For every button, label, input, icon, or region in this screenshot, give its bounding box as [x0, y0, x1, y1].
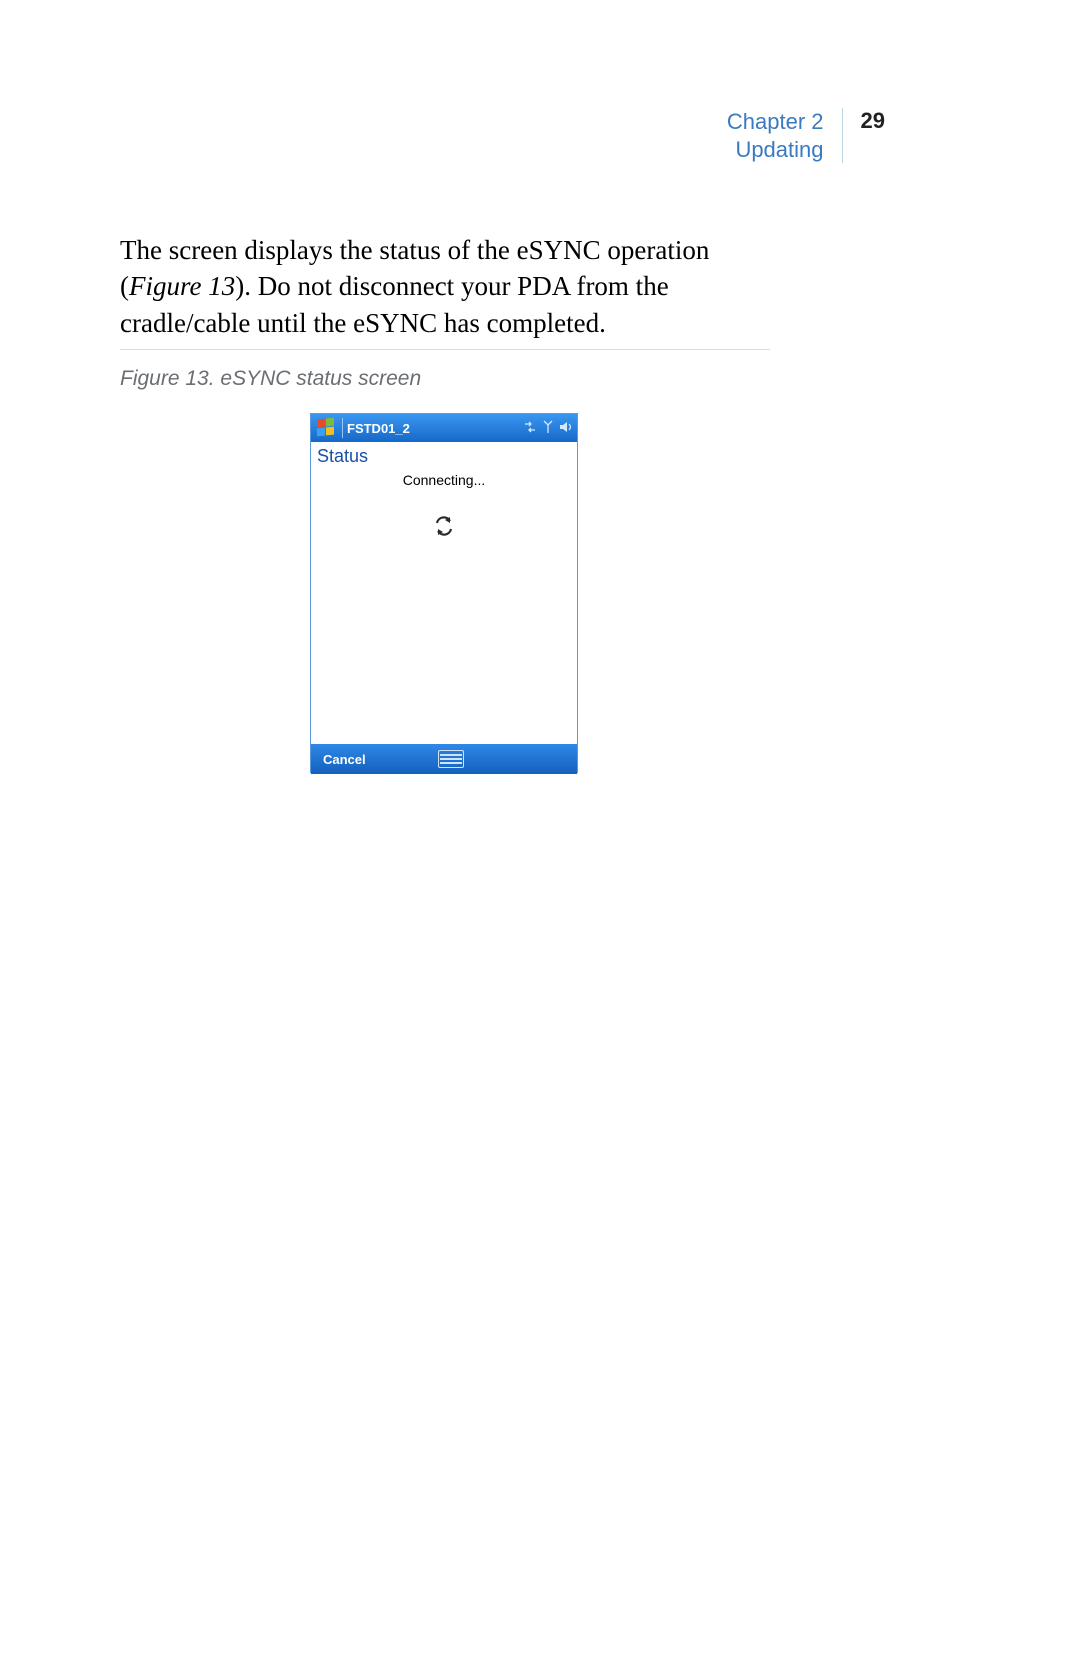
figure-reference: Figure 13 — [129, 271, 235, 301]
chapter-line2: Updating — [727, 136, 824, 164]
windows-flag-icon[interactable] — [315, 418, 335, 438]
page-header: Chapter 2 Updating 29 — [727, 108, 885, 163]
cancel-button[interactable]: Cancel — [311, 752, 366, 767]
keyboard-icon[interactable] — [438, 750, 464, 768]
sync-icon — [432, 514, 456, 538]
titlebar-divider — [342, 418, 343, 438]
speaker-icon[interactable] — [559, 421, 573, 435]
body-paragraph: The screen displays the status of the eS… — [120, 232, 790, 341]
pda-screenshot: FSTD01_2 Status Connecting... — [310, 413, 578, 773]
pda-app-title: FSTD01_2 — [347, 421, 523, 436]
status-text: Connecting... — [311, 472, 577, 488]
page-number: 29 — [843, 108, 885, 134]
titlebar-icons — [523, 420, 573, 436]
pda-content: Status Connecting... — [311, 442, 577, 744]
connectivity-icon[interactable] — [523, 421, 537, 435]
status-heading: Status — [317, 446, 368, 467]
chapter-label: Chapter 2 Updating — [727, 108, 843, 163]
pda-titlebar: FSTD01_2 — [311, 414, 577, 442]
signal-icon[interactable] — [543, 420, 553, 436]
divider — [120, 349, 770, 350]
chapter-line1: Chapter 2 — [727, 108, 824, 136]
figure-caption: Figure 13. eSYNC status screen — [120, 367, 421, 391]
pda-bottombar: Cancel — [311, 744, 577, 774]
